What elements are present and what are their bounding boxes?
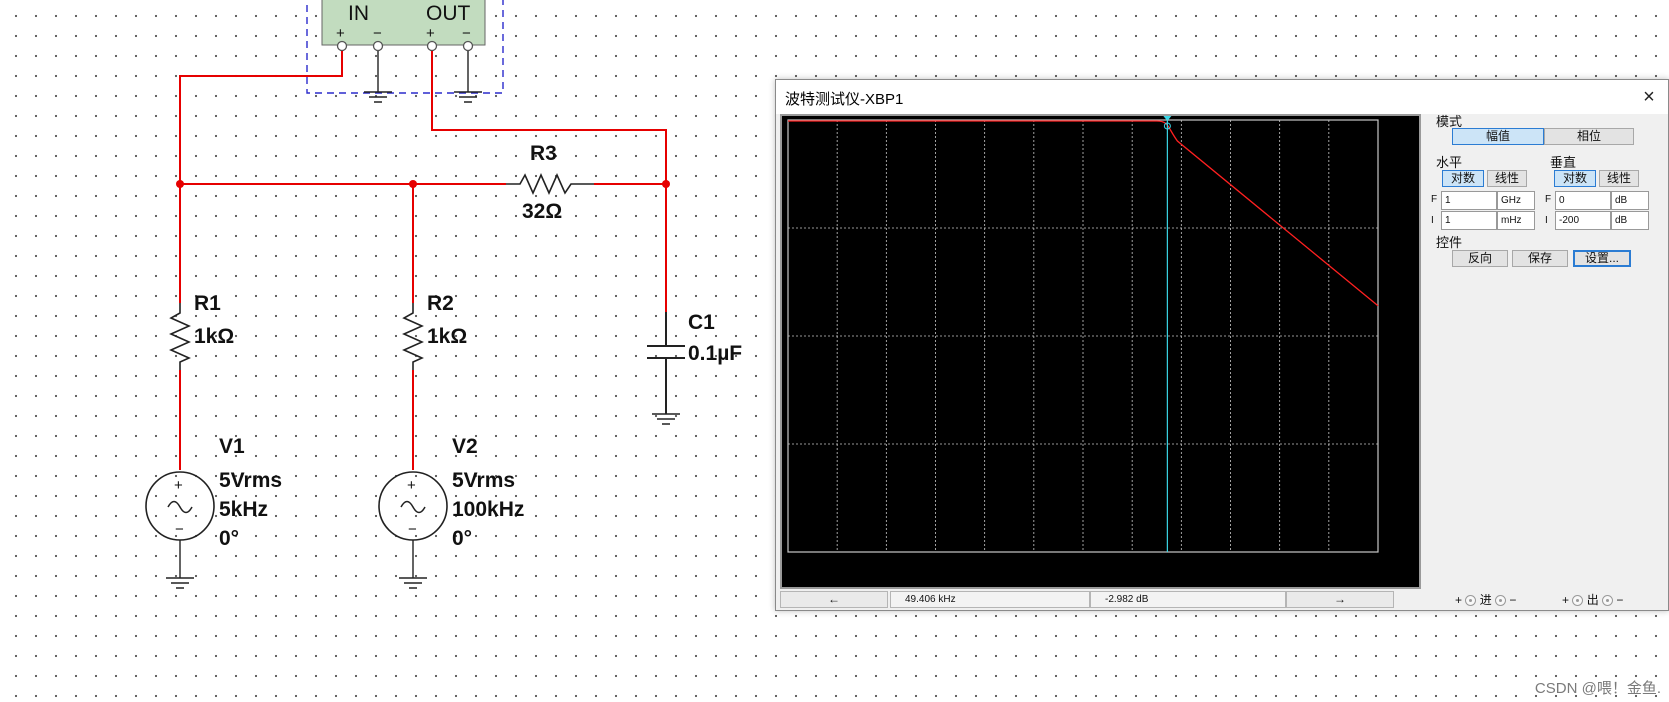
ac-source-v1[interactable]: + − V1 5Vrms 5kHz 0°	[145, 435, 282, 589]
horizontal-linear-button[interactable]: 线性	[1487, 170, 1527, 187]
horizontal-log-button[interactable]: 对数	[1442, 170, 1484, 187]
v1-frequency: 5kHz	[219, 498, 268, 521]
magnitude-button[interactable]: 幅值	[1452, 128, 1544, 145]
vertical-linear-button[interactable]: 线性	[1599, 170, 1639, 187]
horizontal-initial-unit[interactable]: mHz	[1497, 211, 1535, 230]
bode-out-plus: +	[426, 25, 435, 42]
r2-value: 1kΩ	[427, 325, 467, 348]
vertical-final-value[interactable]: 0	[1555, 191, 1611, 210]
resistor-r1[interactable]: R1 1kΩ	[169, 292, 234, 370]
bode-plot-display[interactable]	[780, 114, 1421, 589]
resistor-r2[interactable]: R2 1kΩ	[402, 292, 467, 370]
bode-in-minus: −	[373, 25, 382, 42]
gain-readout: -2.982 dB	[1090, 591, 1286, 608]
horizontal-final-tag: F	[1431, 194, 1438, 205]
c1-value: 0.1µF	[688, 342, 742, 365]
v1-name: V1	[219, 435, 245, 458]
r3-name: R3	[530, 142, 557, 165]
v2-frequency: 100kHz	[452, 498, 524, 521]
vertical-initial-value[interactable]: -200	[1555, 211, 1611, 230]
cursor-right-button[interactable]: →	[1286, 591, 1394, 608]
vertical-group-label: 垂直	[1550, 155, 1577, 170]
bode-in-minus-pin[interactable]	[372, 40, 384, 52]
r1-name: R1	[194, 292, 221, 315]
bode-in-plus: +	[336, 25, 345, 42]
out-terminal-group: + 出 −	[1562, 591, 1623, 608]
bode-plotter-window[interactable]: 波特测试仪-XBP1 × 模式 幅值 相位 水平 对数 线性 F 1 GHz I…	[775, 79, 1669, 611]
ac-source-v2[interactable]: + − V2 5Vrms 100kHz 0°	[378, 435, 524, 589]
c1-name: C1	[688, 311, 715, 334]
circuit-wires	[179, 51, 667, 470]
save-button[interactable]: 保存	[1512, 250, 1568, 267]
out-minus-label: −	[1616, 593, 1624, 607]
r2-name: R2	[427, 292, 454, 315]
cursor-status-bar: ← 49.406 kHz -2.982 dB → + 进 − + 出 −	[780, 591, 1664, 609]
v2-minus: −	[408, 521, 417, 538]
out-minus-terminal[interactable]	[1602, 595, 1614, 607]
close-icon[interactable]: ×	[1636, 84, 1662, 110]
v2-name: V2	[452, 435, 478, 458]
resistor-r3[interactable]: R3 32Ω	[506, 142, 594, 223]
control-panel: 模式 幅值 相位 水平 对数 线性 F 1 GHz I 1 mHz 垂直 对数 …	[1428, 114, 1668, 584]
horizontal-final-value[interactable]: 1	[1441, 191, 1497, 210]
capacitor-c1[interactable]: C1 0.1µF	[647, 311, 742, 425]
in-plus-label: +	[1455, 593, 1463, 607]
v1-phase: 0°	[219, 527, 239, 550]
horizontal-group-label: 水平	[1436, 155, 1463, 170]
r3-value: 32Ω	[522, 200, 562, 223]
in-plus-terminal[interactable]	[1465, 595, 1477, 607]
reverse-button[interactable]: 反向	[1452, 250, 1508, 267]
bode-plotter-symbol[interactable]: IN OUT + − + −	[306, 0, 504, 103]
window-titlebar[interactable]: 波特测试仪-XBP1 ×	[776, 80, 1668, 114]
v1-minus: −	[175, 521, 184, 538]
horizontal-final-unit[interactable]: GHz	[1497, 191, 1535, 210]
in-terminal-group: + 进 −	[1455, 591, 1516, 608]
in-terminal-label: 进	[1479, 593, 1492, 607]
horizontal-initial-tag: I	[1431, 215, 1434, 226]
bode-out-plus-pin[interactable]	[426, 40, 438, 52]
out-plus-label: +	[1562, 593, 1570, 607]
horizontal-initial-value[interactable]: 1	[1441, 211, 1497, 230]
in-minus-terminal[interactable]	[1495, 595, 1507, 607]
r1-value: 1kΩ	[194, 325, 234, 348]
vertical-final-tag: F	[1545, 194, 1552, 205]
bode-out-minus: −	[462, 25, 471, 42]
cursor-left-button[interactable]: ←	[780, 591, 888, 608]
v2-amplitude: 5Vrms	[452, 469, 515, 492]
phase-button[interactable]: 相位	[1544, 128, 1634, 145]
bode-out-label: OUT	[426, 2, 471, 25]
v2-plus: +	[407, 477, 416, 494]
v2-phase: 0°	[452, 527, 472, 550]
controls-group-label: 控件	[1436, 235, 1463, 250]
bode-plot-graph[interactable]	[782, 116, 1419, 587]
in-minus-label: −	[1509, 593, 1517, 607]
vertical-initial-tag: I	[1545, 215, 1548, 226]
window-title: 波特测试仪-XBP1	[785, 91, 904, 108]
out-plus-terminal[interactable]	[1572, 595, 1584, 607]
frequency-readout: 49.406 kHz	[890, 591, 1090, 608]
out-terminal-label: 出	[1586, 593, 1599, 607]
settings-button[interactable]: 设置...	[1573, 250, 1631, 267]
v1-amplitude: 5Vrms	[219, 469, 282, 492]
vertical-final-unit[interactable]: dB	[1611, 191, 1649, 210]
watermark: CSDN @喂！金鱼.	[1534, 680, 1661, 697]
vertical-initial-unit[interactable]: dB	[1611, 211, 1649, 230]
bode-in-label: IN	[348, 2, 369, 25]
v1-plus: +	[174, 477, 183, 494]
bode-in-plus-pin[interactable]	[336, 40, 348, 52]
bode-out-minus-pin[interactable]	[462, 40, 474, 52]
vertical-log-button[interactable]: 对数	[1554, 170, 1596, 187]
